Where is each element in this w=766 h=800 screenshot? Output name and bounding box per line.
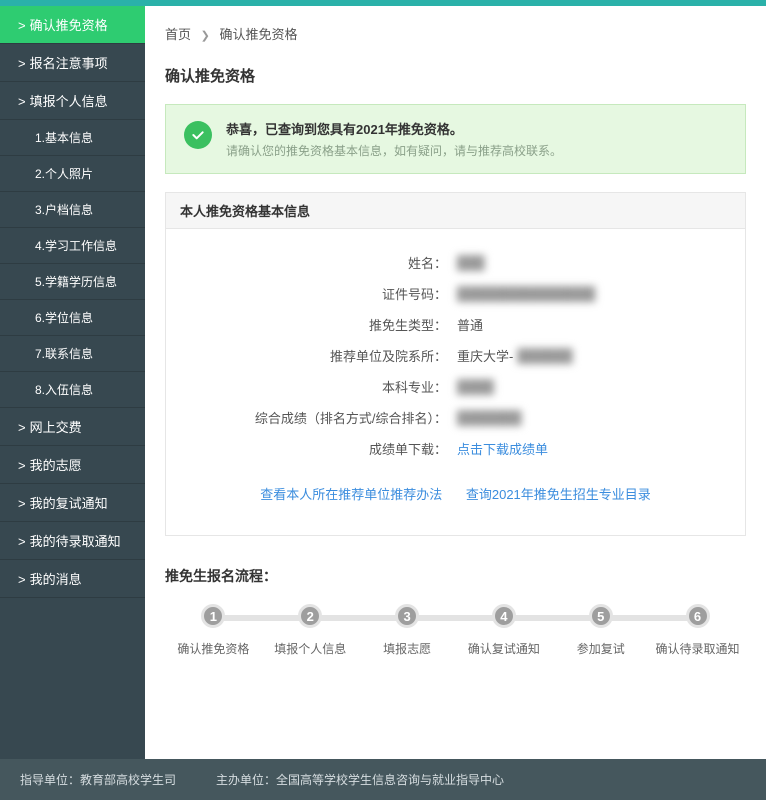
flow-step-number: 4 [492,604,516,628]
flow-step-5: 5 参加复试 [552,604,649,657]
unit-prefix: 重庆大学- [457,346,513,365]
chevron-right-icon: > [18,572,26,587]
sidebar-item-label: 我的复试通知 [30,496,108,511]
panel-header: 本人推免资格基本信息 [165,192,746,229]
sidebar-item-7[interactable]: 5.学籍学历信息 [0,264,145,300]
flow-step-number: 6 [686,604,710,628]
chevron-right-icon: > [18,534,26,549]
sidebar-item-label: 2.个人照片 [35,167,93,181]
flow-step-3: 3 填报志愿 [359,604,456,657]
main-content: 首页 ❯ 确认推免资格 确认推免资格 恭喜，已查询到您具有2021年推免资格。 … [145,6,766,759]
sidebar-item-8[interactable]: 6.学位信息 [0,300,145,336]
check-circle-icon [184,121,212,149]
sidebar-item-label: 8.入伍信息 [35,383,93,397]
alert-title: 恭喜，已查询到您具有2021年推免资格。 [226,119,562,138]
sidebar-item-1[interactable]: > 报名注意事项 [0,44,145,82]
success-alert: 恭喜，已查询到您具有2021年推免资格。 请确认您的推免资格基本信息，如有疑问，… [165,104,746,174]
sidebar-item-label: 网上交费 [30,420,82,435]
flow-step-label: 参加复试 [552,640,649,657]
query-enrollment-catalog-link[interactable]: 查询2021年推免生招生专业目录 [466,487,651,502]
sidebar-item-5[interactable]: 3.户档信息 [0,192,145,228]
sidebar-item-label: 报名注意事项 [30,56,108,71]
sidebar-item-0[interactable]: > 确认推免资格 [0,6,145,44]
footer: 指导单位：教育部高校学生司 主办单位：全国高等学校学生信息咨询与就业指导中心 [0,759,766,800]
sidebar-item-label: 我的待录取通知 [30,534,121,549]
breadcrumb-current: 确认推免资格 [219,27,297,42]
sidebar-item-label: 6.学位信息 [35,311,93,325]
flow-step-label: 填报志愿 [359,640,456,657]
sidebar-item-2[interactable]: > 填报个人信息 [0,82,145,120]
sidebar-item-3[interactable]: 1.基本信息 [0,120,145,156]
chevron-right-icon: > [18,18,26,33]
flow-step-2: 2 填报个人信息 [262,604,359,657]
chevron-right-icon: > [18,56,26,71]
footer-guide-label: 指导单位： [20,773,80,787]
view-recommendation-method-link[interactable]: 查看本人所在推荐单位推荐办法 [260,487,442,502]
alert-subtitle: 请确认您的推免资格基本信息，如有疑问，请与推荐高校联系。 [226,142,562,159]
flow-step-number: 5 [589,604,613,628]
chevron-right-icon: ❯ [201,30,210,42]
sidebar-item-label: 4.学习工作信息 [35,239,117,253]
major-label: 本科专业： [166,377,451,396]
flow-step-label: 填报个人信息 [262,640,359,657]
type-value: 普通 [451,315,483,334]
sidebar-item-13[interactable]: > 我的复试通知 [0,484,145,522]
download-label: 成绩单下载： [166,439,451,458]
breadcrumb-home[interactable]: 首页 [165,27,191,42]
name-label: 姓名： [166,253,451,272]
rank-label: 综合成绩（排名方式/综合排名）： [166,408,451,427]
unit-value: ██████ [517,348,572,363]
sidebar-item-label: 7.联系信息 [35,347,93,361]
sidebar: > 确认推免资格 > 报名注意事项 > 填报个人信息 1.基本信息 2.个人照片 3.户档信息 4… [0,6,145,759]
id-label: 证件号码： [166,284,451,303]
sidebar-item-4[interactable]: 2.个人照片 [0,156,145,192]
sidebar-item-6[interactable]: 4.学习工作信息 [0,228,145,264]
sidebar-item-label: 我的志愿 [30,458,82,473]
footer-guide-value: 教育部高校学生司 [80,773,176,787]
footer-host-value: 全国高等学校学生信息咨询与就业指导中心 [276,773,504,787]
breadcrumb: 首页 ❯ 确认推免资格 [165,16,746,55]
type-label: 推免生类型： [166,315,451,334]
sidebar-item-9[interactable]: 7.联系信息 [0,336,145,372]
footer-host-label: 主办单位： [216,773,276,787]
sidebar-item-12[interactable]: > 我的志愿 [0,446,145,484]
sidebar-item-label: 确认推免资格 [30,18,108,33]
sidebar-item-10[interactable]: 8.入伍信息 [0,372,145,408]
flow-title: 推免生报名流程： [165,536,746,600]
sidebar-item-label: 5.学籍学历信息 [35,275,117,289]
chevron-right-icon: > [18,496,26,511]
flow-step-label: 确认推免资格 [165,640,262,657]
chevron-right-icon: > [18,94,26,109]
flow-step-number: 2 [298,604,322,628]
flow-step-label: 确认待录取通知 [649,640,746,657]
sidebar-item-label: 我的消息 [30,572,82,587]
chevron-right-icon: > [18,420,26,435]
flow-step-4: 4 确认复试通知 [455,604,552,657]
name-value: ███ [457,255,485,270]
rank-value: ███████ [457,410,521,425]
sidebar-item-15[interactable]: > 我的消息 [0,560,145,598]
major-value: ████ [457,379,494,394]
panel-body: 姓名： ███ 证件号码： ███████████████ 推免生类型： 普通 … [165,229,746,536]
sidebar-item-label: 1.基本信息 [35,131,93,145]
flow-step-label: 确认复试通知 [455,640,552,657]
flow-step-number: 3 [395,604,419,628]
unit-label: 推荐单位及院系所： [166,346,451,365]
sidebar-item-label: 3.户档信息 [35,203,93,217]
sidebar-item-11[interactable]: > 网上交费 [0,408,145,446]
flow-step-1: 1 确认推免资格 [165,604,262,657]
flow-step-6: 6 确认待录取通知 [649,604,746,657]
page-title: 确认推免资格 [165,55,746,104]
process-flow: 1 确认推免资格 2 填报个人信息 3 填报志愿 4 确认复试通知 5 参加复试 6 确认待录取通知 [165,600,746,657]
flow-step-number: 1 [201,604,225,628]
center-links: 查看本人所在推荐单位推荐办法 查询2021年推免生招生专业目录 [166,464,745,511]
sidebar-item-14[interactable]: > 我的待录取通知 [0,522,145,560]
sidebar-item-label: 填报个人信息 [30,94,108,109]
id-value: ███████████████ [457,286,595,301]
download-transcript-link[interactable]: 点击下载成绩单 [457,439,548,458]
chevron-right-icon: > [18,458,26,473]
